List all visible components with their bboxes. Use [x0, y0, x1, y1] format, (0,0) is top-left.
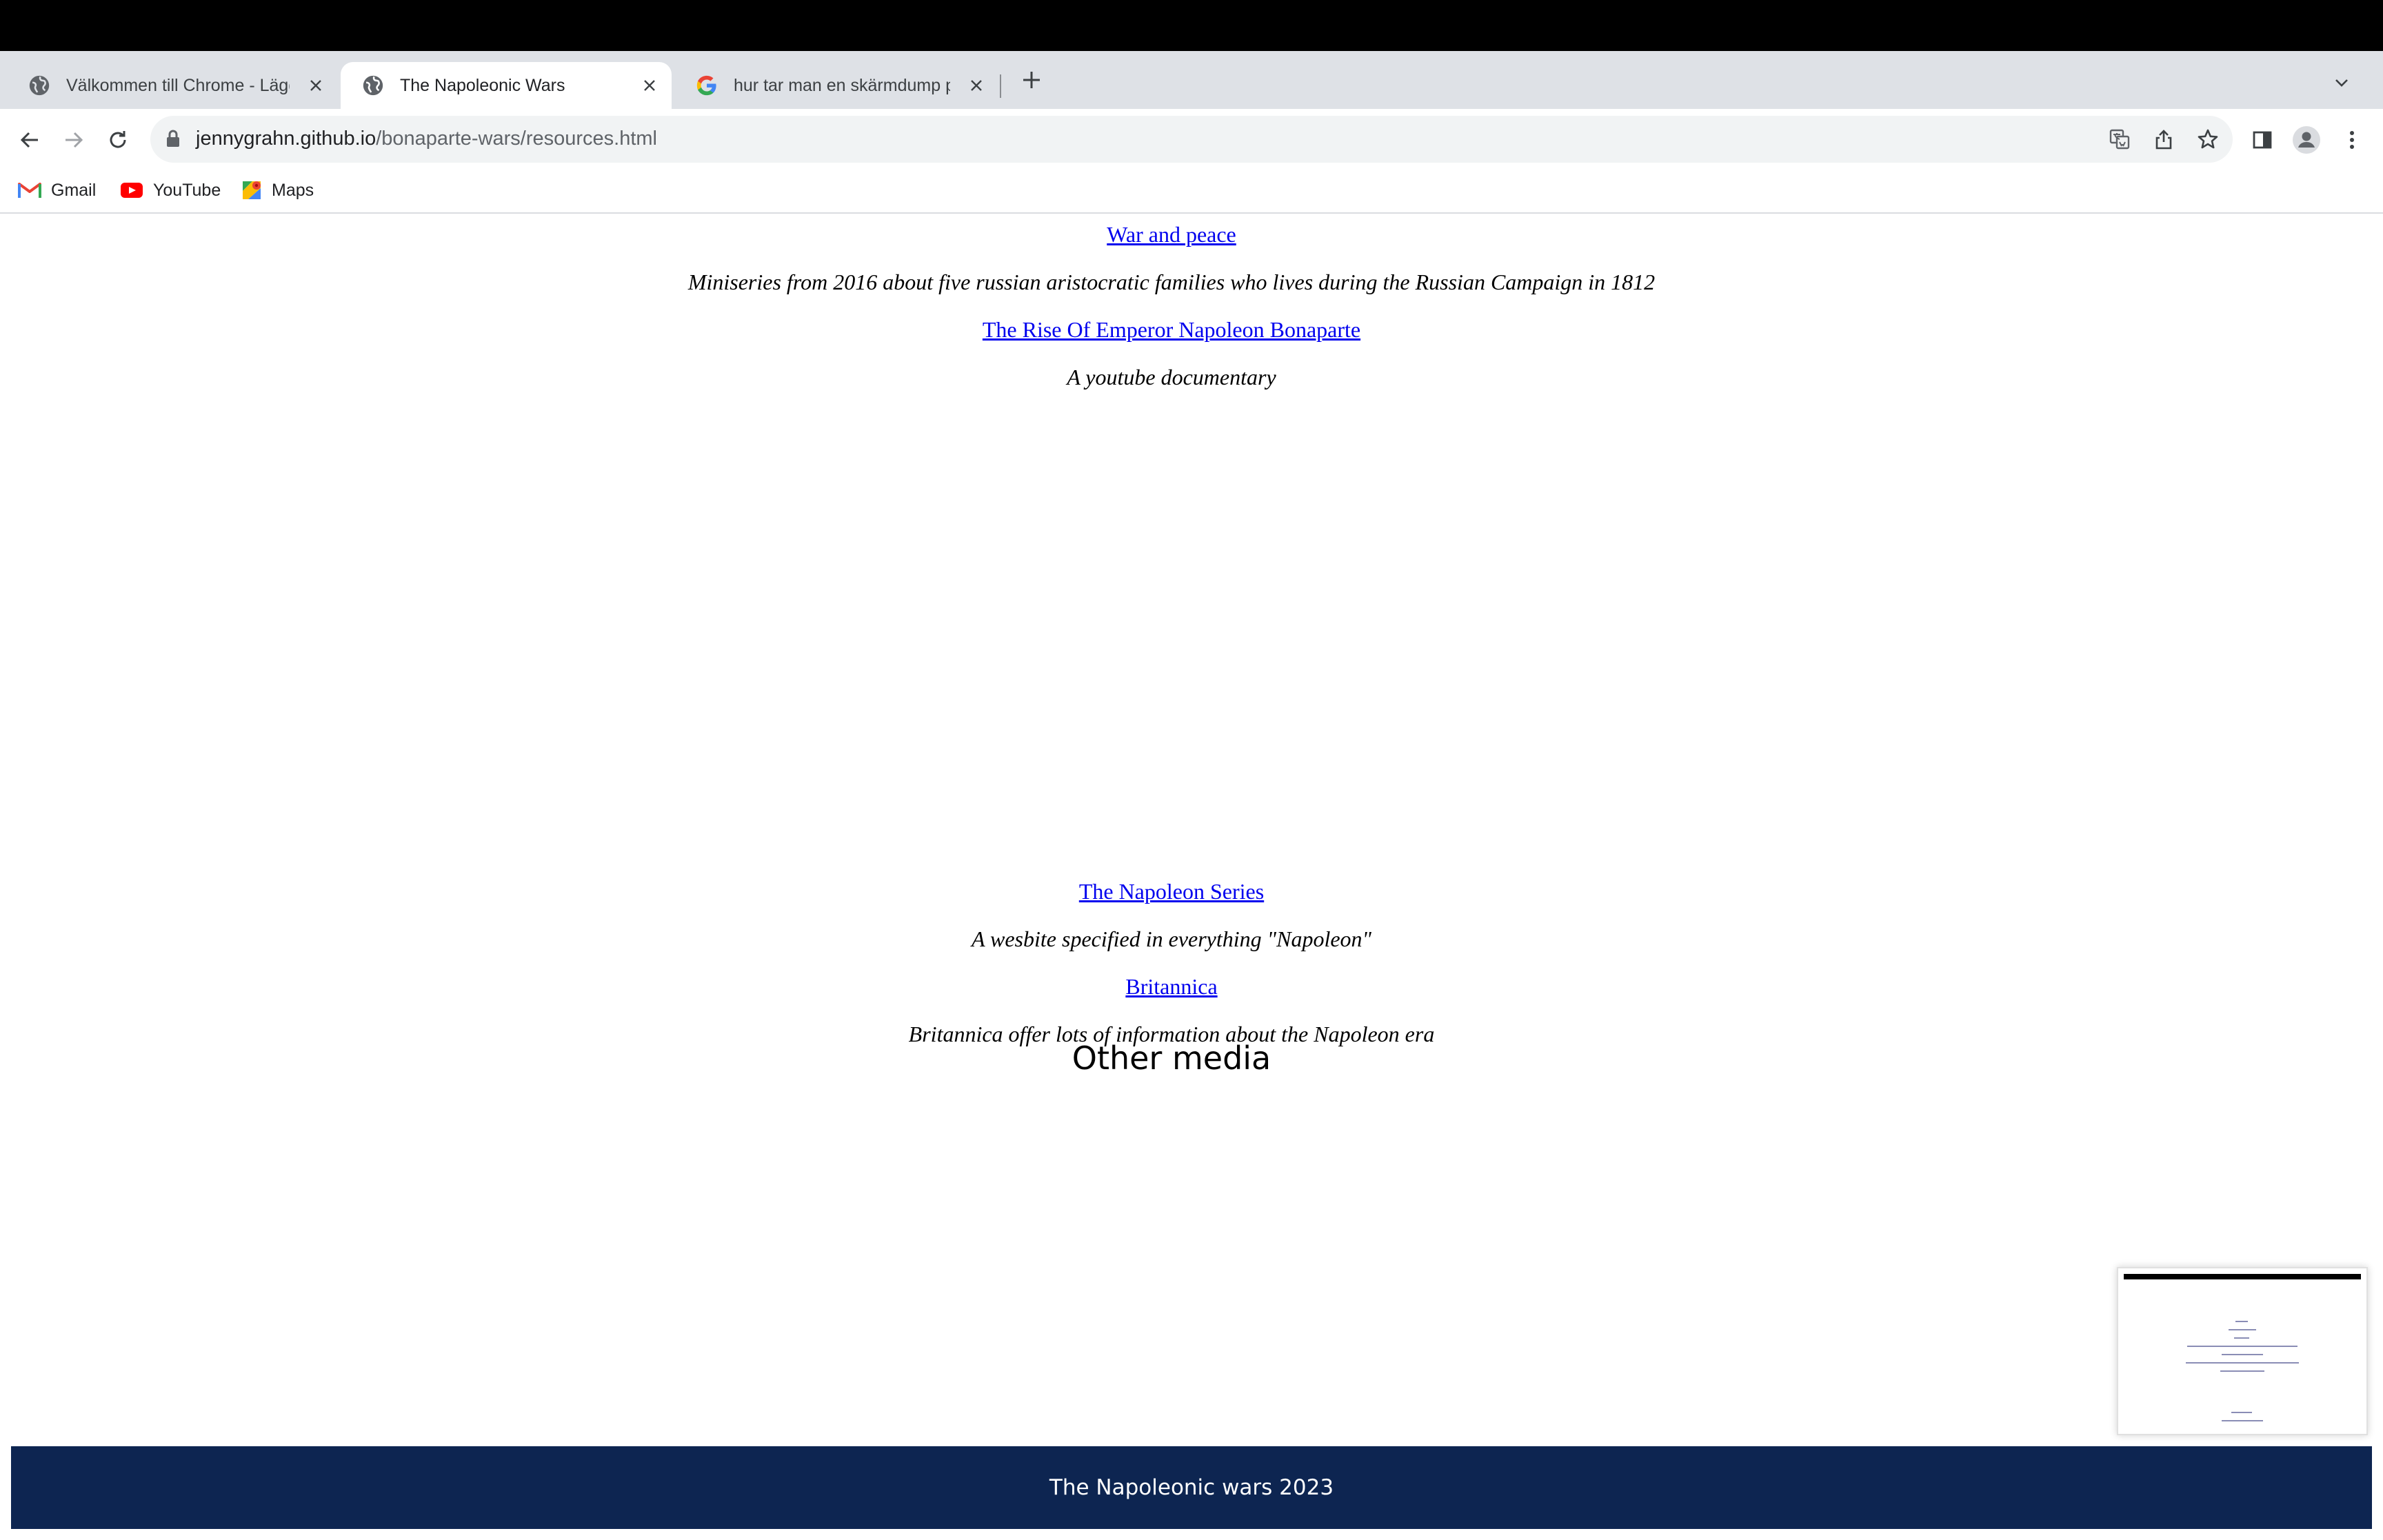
page-footer: The Napoleonic wars 2023	[11, 1446, 2372, 1529]
media-item-description: Britannica offer lots of information abo…	[908, 1022, 1435, 1046]
back-button[interactable]	[12, 123, 47, 157]
back-arrow-icon	[20, 132, 38, 148]
link-britannica[interactable]: Britannica	[1125, 974, 1217, 999]
macos-top-bar	[0, 0, 2383, 51]
plus-icon	[1023, 72, 1040, 88]
bookmark-gmail[interactable]: Gmail	[18, 176, 96, 204]
maps-icon	[243, 181, 261, 199]
address-bar[interactable]: jennygrahn.github.io/bonaparte-wars/reso…	[150, 116, 2233, 163]
translate-icon	[2109, 129, 2130, 150]
tab-title: hur tar man en skärmdump på	[734, 75, 950, 95]
tab-title: Välkommen till Chrome - Lägg	[66, 75, 290, 95]
tab-search-button[interactable]	[2326, 68, 2357, 98]
close-tab-icon[interactable]	[302, 72, 330, 99]
side-panel-icon	[2253, 131, 2272, 149]
series-item-link: The Rise Of Emperor Napoleon Bonaparte	[0, 316, 2343, 343]
globe-icon	[363, 75, 383, 96]
profile-button[interactable]	[2289, 123, 2324, 157]
link-rise-of-napoleon[interactable]: The Rise Of Emperor Napoleon Bonaparte	[983, 317, 1360, 342]
link-war-and-peace[interactable]: War and peace	[1107, 222, 1236, 247]
share-icon	[2155, 130, 2172, 150]
reload-icon	[110, 131, 126, 148]
forward-button[interactable]	[57, 123, 91, 157]
star-icon	[2198, 129, 2218, 149]
footer-text: The Napoleonic wars 2023	[1049, 1475, 1334, 1500]
bookmark-label: Maps	[272, 180, 314, 200]
media-item-link: Britannica	[0, 973, 2343, 1000]
tab-separator	[1000, 74, 1001, 98]
chevron-down-icon	[2335, 79, 2348, 87]
forward-arrow-icon	[66, 132, 83, 148]
media-item-link: The Napoleon Series	[0, 878, 2343, 905]
globe-icon	[29, 75, 50, 96]
lock-icon	[167, 130, 179, 147]
bookmark-label: Gmail	[51, 180, 97, 200]
translate-button[interactable]	[2103, 123, 2136, 156]
url-text[interactable]: jennygrahn.github.io/bonaparte-wars/reso…	[196, 128, 657, 150]
series-item-description: A youtube documentary	[1067, 365, 1276, 389]
url-host: jennygrahn.github.io	[196, 128, 376, 150]
side-panel-button[interactable]	[2245, 123, 2280, 157]
avatar-icon	[2293, 126, 2320, 154]
menu-button[interactable]	[2335, 123, 2369, 157]
tab-title: The Napoleonic Wars	[400, 75, 565, 95]
share-button[interactable]	[2147, 123, 2180, 156]
bookmark-label: YouTube	[153, 180, 221, 200]
youtube-icon	[121, 183, 143, 198]
series-item-link: War and peace	[0, 221, 2343, 248]
new-tab-button[interactable]	[1015, 63, 1048, 97]
page-content: War and peace Miniseries from 2016 about…	[0, 214, 2383, 1448]
series-item-description: Miniseries from 2016 about five russian …	[687, 270, 1656, 294]
tab-strip: Välkommen till Chrome - Lägg The Napoleo…	[0, 51, 2383, 109]
tab-google-search[interactable]: hur tar man en skärmdump på	[674, 62, 998, 109]
bookmark-star-button[interactable]	[2191, 123, 2224, 156]
url-path: /bonaparte-wars/resources.html	[376, 128, 657, 150]
bookmarks-bar: Gmail YouTube Maps	[0, 170, 2383, 214]
bookmark-maps[interactable]: Maps	[241, 176, 314, 204]
close-tab-icon[interactable]	[636, 72, 663, 99]
media-item-description: A wesbite specified in everything "Napol…	[972, 926, 1371, 951]
kebab-menu-icon	[2350, 131, 2354, 149]
tab-welcome-chrome[interactable]: Välkommen till Chrome - Lägg	[7, 62, 338, 109]
close-tab-icon[interactable]	[963, 72, 990, 99]
reload-button[interactable]	[101, 123, 135, 157]
link-napoleon-series[interactable]: The Napoleon Series	[1079, 879, 1264, 904]
tab-napoleonic-wars[interactable]: The Napoleonic Wars	[341, 62, 672, 109]
google-icon	[696, 75, 716, 96]
gmail-icon	[18, 183, 41, 198]
bookmark-youtube[interactable]: YouTube	[120, 176, 221, 204]
screenshot-thumbnail-preview[interactable]	[2117, 1267, 2368, 1435]
browser-toolbar: jennygrahn.github.io/bonaparte-wars/reso…	[0, 109, 2383, 170]
